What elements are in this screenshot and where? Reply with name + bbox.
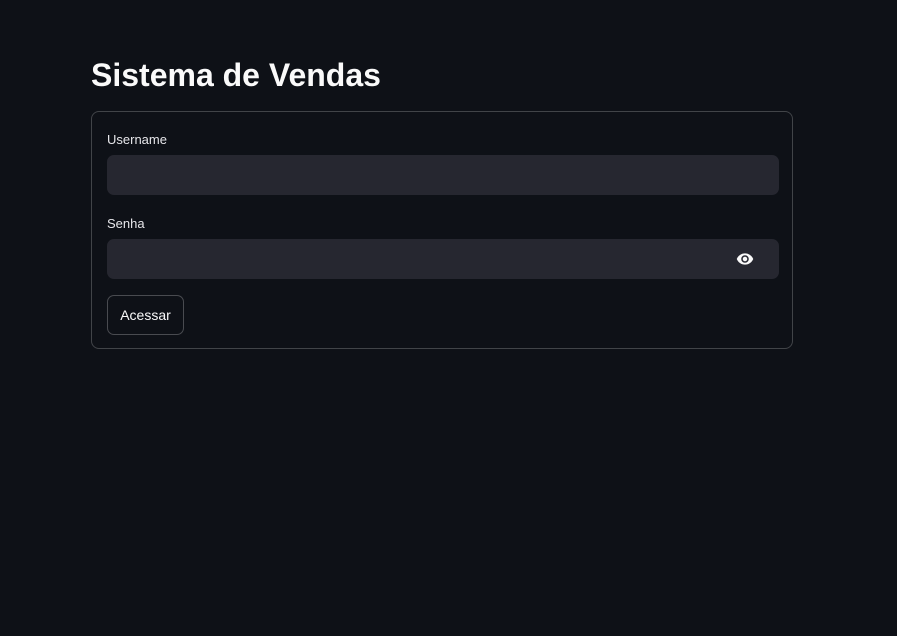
eye-icon-graphic [736, 253, 754, 265]
page-title: Sistema de Vendas [91, 57, 381, 93]
login-form: Username Senha Acessar [91, 111, 793, 349]
app-page: Sistema de Vendas Username Senha Acessar [0, 0, 897, 636]
eye-icon[interactable] [734, 250, 756, 268]
password-label: Senha [107, 216, 145, 231]
password-input[interactable] [107, 239, 779, 279]
username-label: Username [107, 132, 167, 147]
submit-button[interactable]: Acessar [107, 295, 184, 335]
username-input[interactable] [107, 155, 779, 195]
